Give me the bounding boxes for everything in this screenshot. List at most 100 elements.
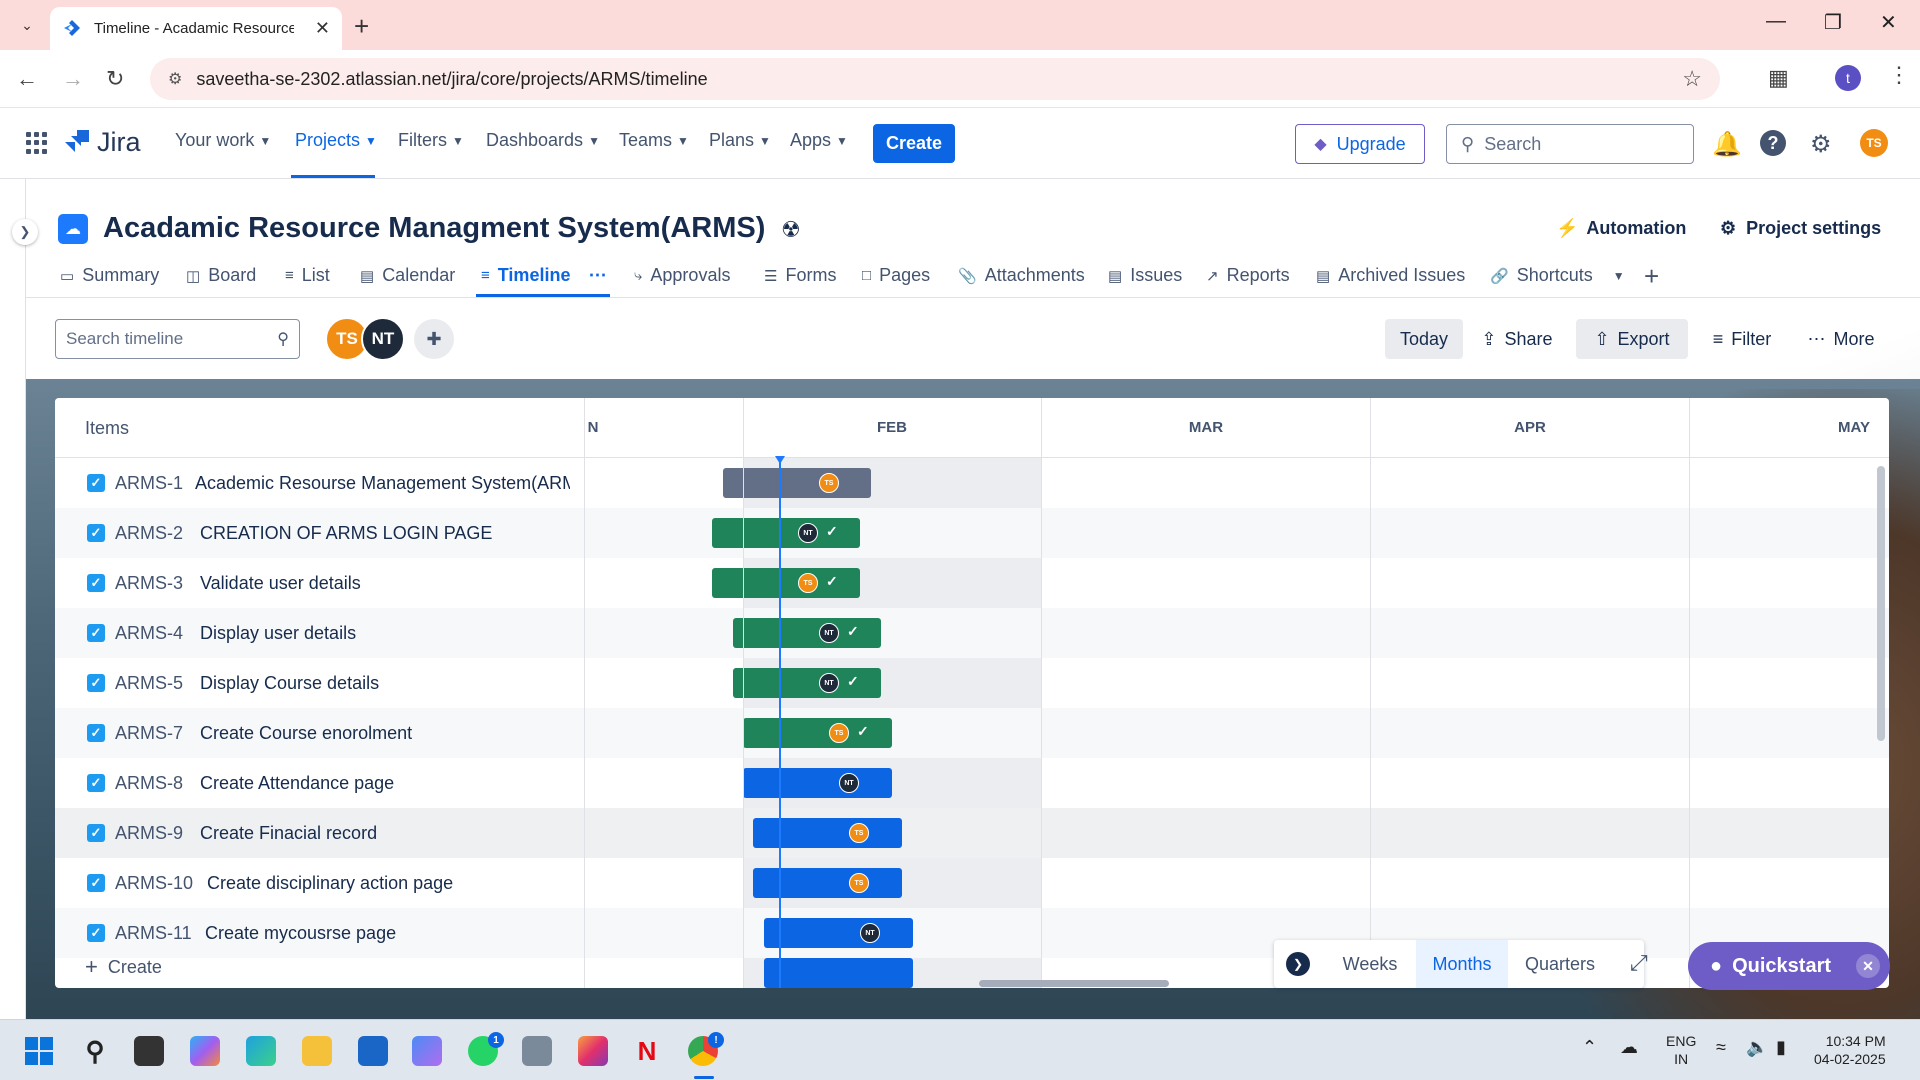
- notifications-icon[interactable]: 🔔: [1712, 130, 1742, 159]
- timeline-row[interactable]: ✓ ARMS-5 Display Course details NT ✓: [55, 658, 1889, 708]
- browser-tab[interactable]: Timeline - Acadamic Resource M ✕: [50, 7, 342, 50]
- share-button[interactable]: ⇪ Share: [1476, 319, 1558, 359]
- issue-key[interactable]: ARMS-2: [115, 523, 183, 544]
- zoom-quarters[interactable]: Quarters: [1508, 940, 1612, 988]
- windows-start-icon[interactable]: [24, 1036, 54, 1066]
- help-icon[interactable]: ?: [1760, 130, 1786, 156]
- tab-approvals[interactable]: ⤷ Approvals: [634, 265, 730, 286]
- schedule-bar[interactable]: TS ✓: [712, 568, 860, 598]
- issue-summary[interactable]: Create Course enorolment: [200, 723, 570, 744]
- issue-key[interactable]: ARMS-7: [115, 723, 183, 744]
- issue-key[interactable]: ARMS-9: [115, 823, 183, 844]
- tab-calendar[interactable]: ▤ Calendar: [360, 265, 455, 286]
- fullscreen-icon[interactable]: ⤢: [1630, 950, 1648, 976]
- photos-icon[interactable]: [412, 1036, 442, 1066]
- issue-key[interactable]: ARMS-3: [115, 573, 183, 594]
- clock[interactable]: 10:34 PM 04-02-2025: [1814, 1032, 1886, 1068]
- new-tab-icon[interactable]: +: [354, 11, 369, 42]
- timeline-row[interactable]: ✓ ARMS-9 Create Finacial record TS: [55, 808, 1889, 858]
- nav-filters[interactable]: Filters ▼: [398, 130, 464, 151]
- export-button[interactable]: ⇧ Export: [1576, 319, 1688, 359]
- issue-key[interactable]: ARMS-1: [115, 473, 183, 494]
- expand-sidebar-icon[interactable]: ❯: [12, 219, 38, 245]
- schedule-bar[interactable]: NT: [764, 918, 913, 948]
- issue-key[interactable]: ARMS-8: [115, 773, 183, 794]
- timeline-row[interactable]: ✓ ARMS-2 CREATION OF ARMS LOGIN PAGE NT ✓: [55, 508, 1889, 558]
- edge-icon[interactable]: [246, 1036, 276, 1066]
- schedule-bar[interactable]: NT ✓: [712, 518, 860, 548]
- today-button[interactable]: Today: [1385, 319, 1463, 359]
- nav-apps[interactable]: Apps ▼: [790, 130, 848, 151]
- browser-menu-icon[interactable]: ⋮: [1888, 62, 1910, 88]
- battery-icon[interactable]: ▮: [1776, 1038, 1786, 1056]
- vertical-scrollbar[interactable]: [1877, 466, 1885, 741]
- issue-summary[interactable]: Create Finacial record: [200, 823, 570, 844]
- global-search-input[interactable]: ⚲ Search: [1446, 124, 1694, 164]
- volume-icon[interactable]: 🔈: [1746, 1038, 1768, 1056]
- window-close-icon[interactable]: ✕: [1880, 10, 1897, 35]
- automation-button[interactable]: ⚡ Automation: [1556, 218, 1686, 239]
- tab-archived-issues[interactable]: ▤ Archived Issues: [1316, 265, 1465, 286]
- create-button[interactable]: Create: [873, 124, 955, 163]
- issue-key[interactable]: ARMS-10: [115, 873, 193, 894]
- issue-key[interactable]: ARMS-11: [115, 923, 192, 944]
- timeline-nav-icon[interactable]: ❯: [1286, 952, 1310, 976]
- tab-timeline[interactable]: ≡ Timeline ⋯: [481, 265, 606, 286]
- tab-board[interactable]: ◫ Board: [186, 265, 256, 286]
- add-tab-icon[interactable]: +: [1644, 261, 1659, 292]
- issue-summary[interactable]: Create disciplinary action page: [207, 873, 570, 894]
- timeline-row[interactable]: ✓ ARMS-7 Create Course enorolment TS ✓: [55, 708, 1889, 758]
- horizontal-scrollbar[interactable]: [979, 980, 1169, 987]
- schedule-bar[interactable]: NT: [743, 768, 892, 798]
- zoom-months[interactable]: Months: [1416, 940, 1508, 988]
- jira-logo[interactable]: Jira: [63, 127, 141, 158]
- tab-reports[interactable]: ↗ Reports: [1206, 265, 1290, 286]
- chrome-icon[interactable]: !: [688, 1032, 724, 1066]
- schedule-bar[interactable]: TS: [753, 818, 902, 848]
- issue-summary[interactable]: Display user details: [200, 623, 570, 644]
- filter-button[interactable]: ≡ Filter: [1704, 319, 1780, 359]
- more-button[interactable]: ⋯ More: [1800, 319, 1882, 359]
- schedule-bar[interactable]: TS: [723, 468, 871, 498]
- nav-your-work[interactable]: Your work ▼: [175, 130, 271, 151]
- upgrade-button[interactable]: ◆ Upgrade: [1295, 124, 1425, 164]
- back-icon[interactable]: ←: [16, 66, 38, 92]
- add-people-icon[interactable]: ✚: [414, 319, 454, 359]
- schedule-bar[interactable]: TS ✓: [743, 718, 892, 748]
- schedule-bar[interactable]: NT ✓: [733, 668, 881, 698]
- issue-summary[interactable]: Display Course details: [200, 673, 570, 694]
- issue-key[interactable]: ARMS-5: [115, 673, 183, 694]
- nav-plans[interactable]: Plans ▼: [709, 130, 771, 151]
- tab-pages[interactable]: □ Pages: [862, 265, 930, 286]
- settings-gear-icon[interactable]: ⚙: [1810, 130, 1832, 159]
- instagram-icon[interactable]: [578, 1036, 608, 1066]
- timeline-row[interactable]: ✓ ARMS-8 Create Attendance page NT: [55, 758, 1889, 808]
- wifi-icon[interactable]: ≈: [1716, 1038, 1726, 1056]
- app-switcher-icon[interactable]: [26, 132, 48, 154]
- tab-issues[interactable]: ▤ Issues: [1108, 265, 1182, 286]
- issue-summary[interactable]: Academic Resourse Management System(ARM.…: [195, 473, 570, 494]
- paint-bucket-icon[interactable]: ☢: [781, 217, 801, 243]
- issue-summary[interactable]: Create Attendance page: [200, 773, 570, 794]
- schedule-bar[interactable]: [764, 958, 913, 988]
- schedule-bar[interactable]: NT ✓: [733, 618, 881, 648]
- reload-icon[interactable]: ↻: [106, 66, 124, 92]
- search-timeline-input[interactable]: Search timeline ⚲: [55, 319, 300, 359]
- search-icon[interactable]: ⚲: [80, 1036, 110, 1066]
- netflix-icon[interactable]: N: [632, 1036, 662, 1066]
- gallery-icon[interactable]: [522, 1036, 552, 1066]
- task-view-icon[interactable]: [134, 1036, 164, 1066]
- tab-shortcuts[interactable]: 🔗 Shortcuts ▼: [1490, 265, 1625, 286]
- timeline-row[interactable]: ✓ ARMS-1 Academic Resourse Management Syst…: [55, 458, 1889, 508]
- bookmark-star-icon[interactable]: ☆: [1682, 66, 1702, 92]
- timeline-row[interactable]: ✓ ARMS-3 Validate user details TS ✓: [55, 558, 1889, 608]
- issue-summary[interactable]: CREATION OF ARMS LOGIN PAGE: [200, 523, 570, 544]
- more-dots-icon[interactable]: ⋯: [588, 265, 606, 286]
- nav-teams[interactable]: Teams ▼: [619, 130, 689, 151]
- microsoft-store-icon[interactable]: [358, 1036, 388, 1066]
- timeline-row[interactable]: ✓ ARMS-4 Display user details NT ✓: [55, 608, 1889, 658]
- onedrive-icon[interactable]: ☁: [1620, 1038, 1638, 1056]
- tab-summary[interactable]: ▭ Summary: [60, 265, 159, 286]
- tab-list[interactable]: ≡ List: [285, 265, 330, 286]
- timeline-row[interactable]: ✓ ARMS-10 Create disciplinary action page T…: [55, 858, 1889, 908]
